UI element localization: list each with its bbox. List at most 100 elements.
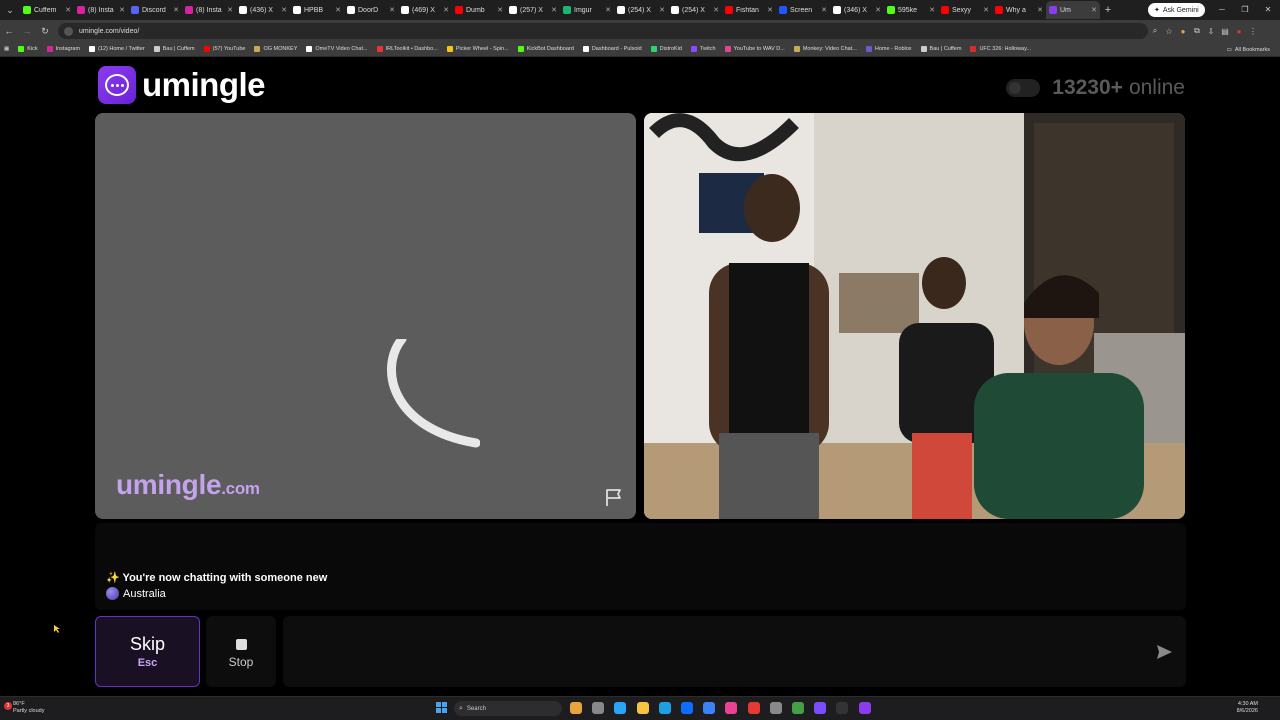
- taskbar-app-icon[interactable]: [792, 702, 804, 714]
- extensions-puzzle-icon[interactable]: ⧉: [1190, 26, 1204, 36]
- tab-close-icon[interactable]: ✕: [1037, 6, 1043, 14]
- browser-tab[interactable]: HPBB ✕: [290, 1, 344, 19]
- reload-icon[interactable]: ↻: [36, 26, 54, 37]
- theme-toggle[interactable]: [1006, 79, 1041, 97]
- browser-tab[interactable]: Um ✕: [1046, 1, 1100, 19]
- system-clock[interactable]: 4:30 AM 8/6/2026: [1237, 701, 1258, 715]
- browser-tab[interactable]: (436) X ✕: [236, 1, 290, 19]
- zoom-icon[interactable]: ⌕: [1148, 26, 1162, 36]
- browser-tab[interactable]: Fishtan ✕: [722, 1, 776, 19]
- reading-list-icon[interactable]: ▤: [1218, 27, 1232, 36]
- new-tab-button[interactable]: +: [1100, 4, 1116, 16]
- browser-tab[interactable]: Dumb ✕: [452, 1, 506, 19]
- tab-close-icon[interactable]: ✕: [821, 6, 827, 14]
- ask-gemini-button[interactable]: ✦ Ask Gemini: [1148, 3, 1205, 17]
- tab-close-icon[interactable]: ✕: [119, 6, 125, 14]
- browser-tab[interactable]: 595ke ✕: [884, 1, 938, 19]
- browser-tab[interactable]: (254) X ✕: [668, 1, 722, 19]
- close-window-icon[interactable]: ✕: [1257, 0, 1279, 20]
- taskbar-search[interactable]: ⌕ Search: [454, 701, 562, 716]
- tab-close-icon[interactable]: ✕: [497, 6, 503, 14]
- bookmark-item[interactable]: DistroKid: [650, 46, 682, 52]
- bookmark-item[interactable]: Instagram: [46, 46, 80, 52]
- bookmark-item[interactable]: Picker Wheel - Spin...: [446, 46, 509, 52]
- taskbar-app-icon[interactable]: [658, 702, 671, 714]
- taskbar-app-icon[interactable]: [703, 702, 716, 714]
- bookmark-item[interactable]: Bau | Cuffem: [153, 46, 195, 52]
- tab-close-icon[interactable]: ✕: [875, 6, 881, 14]
- apps-grid-icon[interactable]: ▦: [4, 46, 9, 52]
- message-input[interactable]: [283, 616, 1186, 687]
- tab-close-icon[interactable]: ✕: [983, 6, 989, 14]
- bookmark-item[interactable]: (57) YouTube: [203, 46, 245, 52]
- start-menu-icon[interactable]: [436, 702, 447, 713]
- bookmark-item[interactable]: Twitch: [690, 46, 716, 52]
- bookmark-item[interactable]: Dashboard - Pulsoid: [582, 46, 642, 52]
- taskbar-app-icon[interactable]: [570, 702, 582, 714]
- back-icon[interactable]: ←: [0, 26, 18, 36]
- bookmark-item[interactable]: KickBot Dashboard: [517, 46, 574, 52]
- tab-close-icon[interactable]: ✕: [173, 6, 179, 14]
- browser-tab[interactable]: Why a ✕: [992, 1, 1046, 19]
- browser-tab[interactable]: Cuffem ✕: [20, 1, 74, 19]
- tab-close-icon[interactable]: ✕: [713, 6, 719, 14]
- browser-tab[interactable]: Discord ✕: [128, 1, 182, 19]
- browser-tab[interactable]: Imgur ✕: [560, 1, 614, 19]
- minimize-icon[interactable]: ─: [1211, 0, 1233, 20]
- tab-search-icon[interactable]: ⌄: [0, 0, 20, 20]
- maximize-icon[interactable]: ❐: [1234, 0, 1256, 20]
- tab-close-icon[interactable]: ✕: [389, 6, 395, 14]
- tab-close-icon[interactable]: ✕: [551, 6, 557, 14]
- bookmark-item[interactable]: OG MONKEY: [254, 46, 297, 52]
- tab-close-icon[interactable]: ✕: [443, 6, 449, 14]
- forward-icon[interactable]: →: [18, 26, 36, 36]
- weather-widget[interactable]: 3 86°F Partly cloudy: [4, 701, 45, 715]
- tab-close-icon[interactable]: ✕: [1091, 6, 1097, 14]
- chrome-menu-icon[interactable]: ⋮: [1246, 27, 1260, 36]
- bookmark-item[interactable]: Home - Roblox: [865, 46, 912, 52]
- taskbar-app-icon[interactable]: [636, 702, 649, 714]
- browser-tab[interactable]: Screen ✕: [776, 1, 830, 19]
- taskbar-app-icon[interactable]: [814, 702, 827, 714]
- taskbar-app-icon[interactable]: [747, 702, 760, 714]
- extension-icon[interactable]: ●: [1176, 27, 1190, 36]
- taskbar-app-icon[interactable]: [592, 702, 605, 714]
- taskbar-app-icon[interactable]: [836, 702, 849, 714]
- browser-tab[interactable]: (8) Insta ✕: [182, 1, 236, 19]
- browser-tab[interactable]: (469) X ✕: [398, 1, 452, 19]
- bookmark-item[interactable]: Bau | Cuffem: [920, 46, 961, 52]
- bookmark-item[interactable]: YouTube to WAV D...: [724, 46, 785, 52]
- bookmark-item[interactable]: Monkey: Video Chat...: [793, 46, 857, 52]
- bookmark-item[interactable]: Kick: [18, 46, 38, 52]
- bookmark-item[interactable]: (12) Home / Twitter: [89, 46, 145, 52]
- taskbar-app-icon[interactable]: [681, 702, 693, 714]
- tab-close-icon[interactable]: ✕: [281, 6, 287, 14]
- browser-tab[interactable]: (257) X ✕: [506, 1, 560, 19]
- profile-avatar-icon[interactable]: ●: [1232, 27, 1246, 36]
- skip-button[interactable]: Skip Esc: [95, 616, 200, 687]
- taskbar-app-icon[interactable]: [858, 702, 871, 714]
- stop-button[interactable]: Stop: [206, 616, 276, 687]
- taskbar-app-icon[interactable]: [725, 702, 738, 714]
- url-bar[interactable]: umingle.com/video/: [58, 23, 1148, 39]
- tab-close-icon[interactable]: ✕: [227, 6, 233, 14]
- tab-close-icon[interactable]: ✕: [659, 6, 665, 14]
- taskbar-app-icon[interactable]: [769, 702, 782, 714]
- bookmark-item[interactable]: IRLToolkit • Dashbo...: [376, 46, 438, 52]
- site-info-icon[interactable]: [64, 26, 73, 36]
- taskbar-app-icon[interactable]: [614, 702, 627, 714]
- tab-close-icon[interactable]: ✕: [605, 6, 611, 14]
- browser-tab[interactable]: (254) X ✕: [614, 1, 668, 19]
- report-flag-icon[interactable]: [604, 487, 624, 507]
- downloads-icon[interactable]: ⇩: [1204, 27, 1218, 36]
- send-icon[interactable]: [1156, 644, 1173, 660]
- tab-close-icon[interactable]: ✕: [335, 6, 341, 14]
- browser-tab[interactable]: DoorD ✕: [344, 1, 398, 19]
- bookmark-item[interactable]: OmeTV Video Chat...: [306, 46, 368, 52]
- tab-close-icon[interactable]: ✕: [767, 6, 773, 14]
- tab-close-icon[interactable]: ✕: [65, 6, 71, 14]
- browser-tab[interactable]: Sexyy ✕: [938, 1, 992, 19]
- bookmark-item[interactable]: UFC 326: Holloway...: [970, 46, 1031, 52]
- tab-close-icon[interactable]: ✕: [929, 6, 935, 14]
- all-bookmarks-button[interactable]: ▭ All Bookmarks: [1227, 42, 1270, 57]
